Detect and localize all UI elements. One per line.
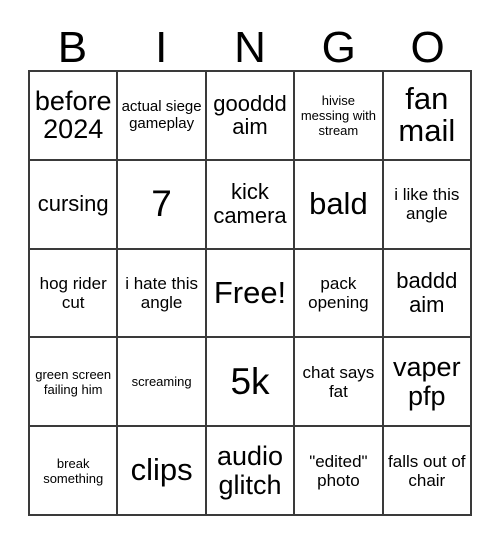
bingo-cell-label: chat says fat: [302, 362, 375, 401]
header-letter-text: N: [234, 23, 266, 72]
bingo-cell-label: before 2024: [34, 85, 112, 145]
bingo-cell[interactable]: kick camera: [206, 160, 296, 250]
bingo-cell-label: 7: [151, 183, 172, 225]
bingo-cell[interactable]: hivise messing with stream: [295, 72, 384, 161]
bingo-cell-label: i like this angle: [394, 185, 460, 224]
bingo-card: B I N G O before 2024 actual siege gamepl…: [0, 0, 500, 544]
header-letter-text: B: [57, 23, 88, 72]
bingo-cell-label: clips: [130, 452, 193, 488]
bingo-cell[interactable]: "edited" photo: [295, 427, 384, 516]
bingo-cell[interactable]: cursing: [30, 160, 119, 250]
bingo-header-letter-o: O: [383, 18, 472, 70]
bingo-cell[interactable]: audio glitch: [206, 427, 296, 516]
bingo-cell-label: i hate this angle: [125, 273, 198, 312]
bingo-cell[interactable]: screaming: [118, 338, 207, 428]
bingo-cell-label: 5k: [230, 360, 270, 402]
bingo-cell-label: fan mail: [398, 81, 456, 149]
bingo-cell-label: gooddd aim: [213, 90, 287, 140]
header-letter-text: O: [410, 23, 445, 72]
bingo-cell[interactable]: 7: [118, 160, 207, 250]
bingo-cell[interactable]: before 2024: [30, 72, 119, 161]
bingo-cell-label: Free!: [213, 274, 287, 310]
bingo-cell[interactable]: vaper pfp: [383, 338, 472, 428]
bingo-cell[interactable]: pack opening: [295, 249, 384, 339]
bingo-cell[interactable]: chat says fat: [295, 338, 384, 428]
bingo-cell[interactable]: falls out of chair: [383, 427, 472, 516]
bingo-header-letter-i: I: [117, 18, 206, 70]
bingo-cell[interactable]: i hate this angle: [118, 249, 207, 339]
bingo-cell-label: screaming: [131, 374, 192, 390]
bingo-cell-label: green screen failing him: [35, 366, 112, 397]
bingo-cell-label: baddd aim: [396, 268, 458, 317]
bingo-cell-label: break something: [43, 455, 104, 486]
bingo-cell[interactable]: i like this angle: [383, 160, 472, 250]
bingo-cell-label: actual siege gameplay: [121, 98, 202, 133]
bingo-header-row: B I N G O: [28, 18, 472, 70]
header-letter-text: I: [155, 23, 168, 72]
bingo-header-letter-n: N: [206, 18, 295, 70]
bingo-cell[interactable]: baddd aim: [383, 249, 472, 339]
bingo-cell[interactable]: Free!: [206, 249, 296, 339]
bingo-cell-label: hivise messing with stream: [300, 92, 376, 138]
bingo-cell-label: bald: [309, 186, 368, 222]
bingo-header-letter-g: G: [294, 18, 383, 70]
bingo-cell[interactable]: fan mail: [383, 72, 472, 161]
bingo-cell[interactable]: bald: [295, 160, 384, 250]
bingo-cell-label: audio glitch: [216, 440, 284, 500]
bingo-header-letter-b: B: [28, 18, 117, 70]
bingo-cell[interactable]: hog rider cut: [30, 249, 119, 339]
bingo-cell-label: falls out of chair: [388, 451, 466, 490]
bingo-cell-label: "edited" photo: [309, 451, 368, 490]
header-letter-text: G: [321, 23, 356, 72]
bingo-cell[interactable]: actual siege gameplay: [118, 72, 207, 161]
bingo-cell[interactable]: 5k: [206, 338, 296, 428]
bingo-grid: before 2024 actual siege gameplay gooddd a…: [28, 70, 472, 516]
bingo-cell[interactable]: clips: [118, 427, 207, 516]
bingo-cell[interactable]: break something: [30, 427, 119, 516]
bingo-cell-label: vaper pfp: [393, 352, 461, 411]
bingo-cell-label: hog rider cut: [39, 273, 107, 312]
bingo-cell[interactable]: green screen failing him: [30, 338, 119, 428]
bingo-cell-label: cursing: [37, 191, 109, 217]
bingo-cell-label: kick camera: [213, 179, 287, 229]
bingo-cell[interactable]: gooddd aim: [206, 72, 296, 161]
bingo-cell-label: pack opening: [308, 273, 369, 312]
